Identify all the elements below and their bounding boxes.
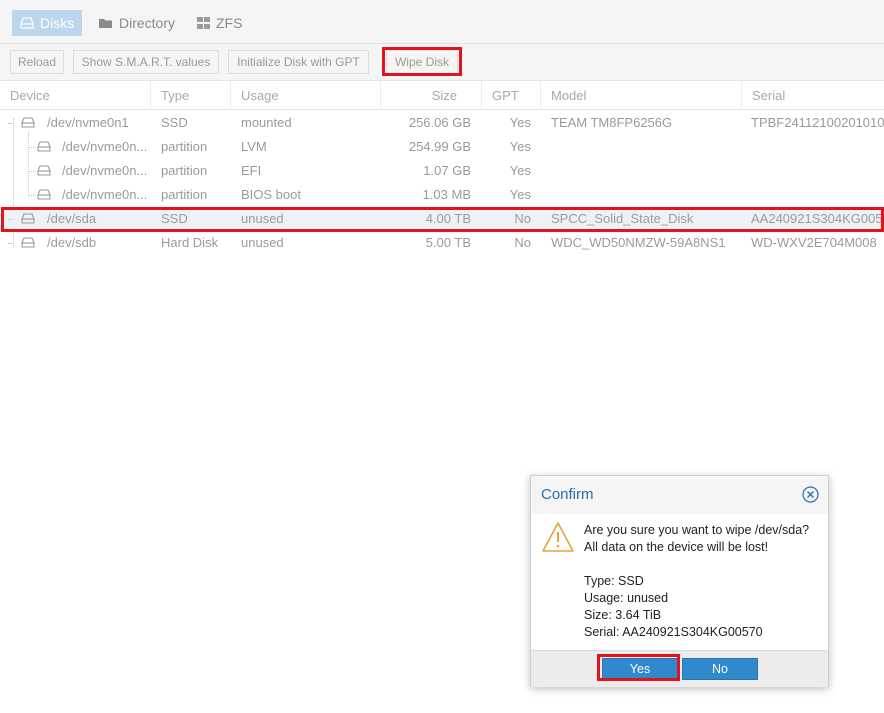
cell-type: Hard Disk (161, 235, 219, 250)
table-row[interactable]: /dev/nvme0n... partition EFI 1.07 GB Yes (0, 159, 884, 183)
cell-usage: mounted (241, 115, 292, 130)
cell-model: WDC_WD50NMZW-59A8NS1 (551, 235, 726, 250)
col-size[interactable]: Size (381, 81, 482, 110)
toolbar: Reload Show S.M.A.R.T. values Initialize… (0, 44, 884, 81)
col-usage[interactable]: Usage (231, 81, 381, 110)
cell-usage: unused (241, 235, 284, 250)
cell-serial: AA240921S304KG00570 (751, 211, 884, 226)
dialog-footer: Yes No (531, 650, 828, 687)
tree-branch (28, 171, 36, 172)
smart-values-button[interactable]: Show S.M.A.R.T. values (73, 50, 219, 74)
cell-type: partition (161, 139, 208, 154)
tab-label: Directory (119, 15, 176, 31)
cell-model: TEAM TM8FP6256G (551, 115, 673, 130)
dialog-serial: Serial: AA240921S304KG00570 (584, 625, 763, 639)
cell-size: 256.06 GB (408, 115, 471, 130)
cell-device: /dev/nvme0n... (62, 187, 148, 202)
cell-size: 4.00 TB (425, 211, 471, 226)
tab-directory[interactable]: Directory (90, 10, 183, 36)
cell-device: /dev/sda (47, 211, 97, 226)
cell-type: partition (161, 187, 208, 202)
col-type[interactable]: Type (151, 81, 231, 110)
cell-type: partition (161, 163, 208, 178)
initialize-gpt-button[interactable]: Initialize Disk with GPT (228, 50, 369, 74)
disk-icon (21, 237, 35, 248)
cell-gpt: Yes (509, 163, 531, 178)
cell-size: 1.07 GB (423, 163, 471, 178)
cell-gpt: Yes (509, 187, 531, 202)
table-row[interactable]: /dev/nvme0n... partition BIOS boot 1.03 … (0, 183, 884, 207)
tab-disks[interactable]: Disks (12, 10, 83, 36)
col-gpt[interactable]: GPT (482, 81, 541, 110)
warning-icon (542, 522, 574, 552)
table-row-selected[interactable]: /dev/sda SSD unused 4.00 TB No SPCC_Soli… (0, 207, 884, 231)
col-model[interactable]: Model (541, 81, 742, 110)
disk-icon (20, 17, 34, 29)
tab-label: Disks (40, 15, 75, 31)
disk-icon (21, 213, 35, 224)
cell-model (551, 183, 740, 207)
reload-button[interactable]: Reload (10, 50, 64, 74)
dialog-message-line1: Are you sure you want to wipe /dev/sda? (584, 523, 810, 537)
yes-button[interactable]: Yes (602, 658, 678, 680)
dialog-header[interactable]: Confirm (531, 476, 828, 514)
close-icon[interactable] (802, 486, 819, 503)
disk-icon (37, 189, 51, 200)
tree-branch (8, 243, 14, 244)
table-row[interactable]: /dev/sdb Hard Disk unused 5.00 TB No WDC… (0, 231, 884, 255)
cell-serial: TPBF2411210020101010 (751, 115, 884, 130)
cell-serial: WD-WXV2E704M008 (751, 235, 877, 250)
cell-size: 5.00 TB (425, 235, 471, 250)
cell-size: 1.03 MB (422, 187, 471, 202)
cell-serial (751, 183, 884, 207)
folder-icon (99, 19, 112, 28)
wipe-disk-button[interactable]: Wipe Disk (386, 50, 458, 74)
disk-icon (21, 117, 35, 128)
cell-type: SSD (161, 211, 188, 226)
cell-device: /dev/nvme0n... (62, 139, 148, 154)
cell-device: /dev/nvme0n1 (47, 115, 129, 130)
disk-icon (37, 165, 51, 176)
cell-gpt: Yes (509, 139, 531, 154)
cell-usage: BIOS boot (241, 187, 301, 202)
disk-icon (37, 141, 51, 152)
cell-usage: LVM (241, 139, 267, 154)
cell-model: SPCC_Solid_State_Disk (551, 211, 694, 226)
cell-gpt: No (514, 235, 531, 250)
cell-gpt: No (514, 211, 531, 226)
cell-model (551, 159, 740, 183)
tab-label: ZFS (216, 15, 243, 31)
tree-branch (8, 123, 14, 124)
cell-device: /dev/sdb (47, 235, 97, 250)
cell-gpt: Yes (509, 115, 531, 130)
col-device[interactable]: Device (0, 81, 151, 110)
dialog-type: Type: SSD (584, 574, 644, 588)
cell-usage: unused (241, 211, 284, 226)
grid-icon (197, 17, 210, 29)
cell-usage: EFI (241, 163, 262, 178)
table-row[interactable]: /dev/nvme0n1 SSD mounted 256.06 GB Yes T… (0, 111, 884, 135)
no-button[interactable]: No (682, 658, 758, 680)
dialog-size: Size: 3.64 TiB (584, 608, 662, 622)
tree-branch (28, 195, 36, 196)
cell-serial (751, 159, 884, 183)
table-row[interactable]: /dev/nvme0n... partition LVM 254.99 GB Y… (0, 135, 884, 159)
tree-branch (28, 147, 36, 148)
cell-type: SSD (161, 115, 188, 130)
cell-device: /dev/nvme0n... (62, 163, 148, 178)
grid-header: Device Type Usage Size GPT Model Serial (0, 81, 884, 110)
dialog-usage: Usage: unused (584, 591, 669, 605)
cell-model (551, 135, 740, 159)
dialog-title: Confirm (541, 486, 594, 503)
dialog-message-line2: All data on the device will be lost! (584, 540, 769, 554)
cell-serial (751, 135, 884, 159)
tab-zfs[interactable]: ZFS (189, 10, 250, 36)
confirm-dialog: Confirm Are you sure you want to wipe /d… (530, 475, 829, 687)
tab-bar: Disks Directory ZFS (0, 0, 884, 44)
col-serial[interactable]: Serial (742, 81, 884, 110)
tree-branch (8, 219, 14, 220)
cell-size: 254.99 GB (408, 139, 471, 154)
